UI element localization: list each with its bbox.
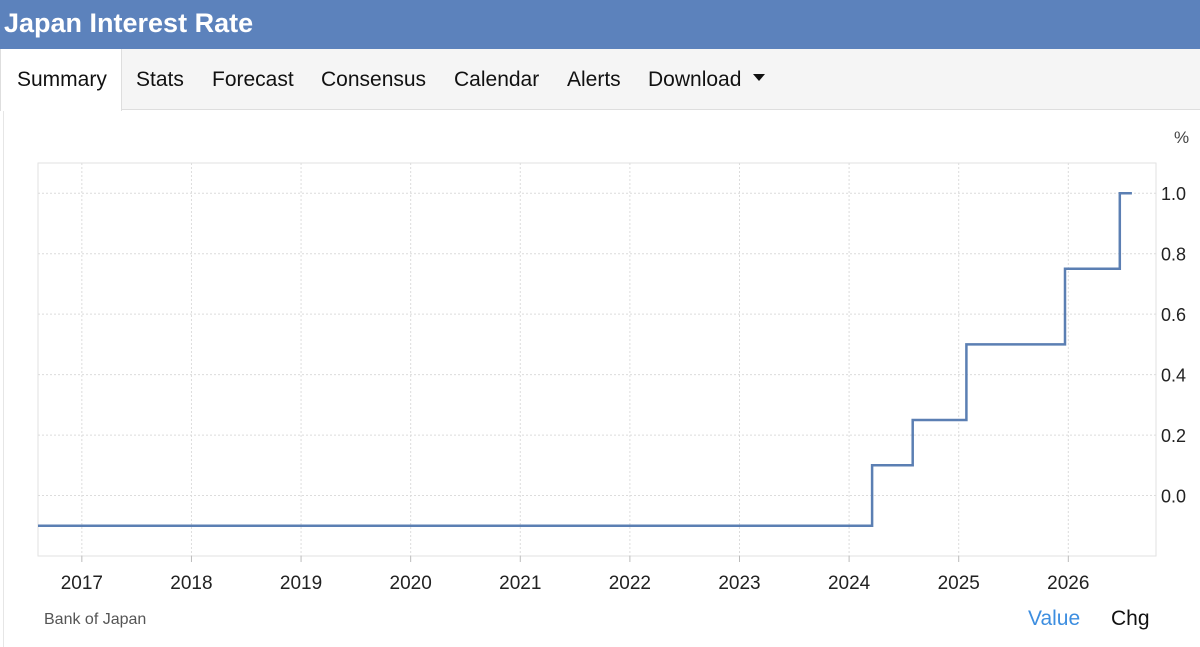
y-tick-label: 1.0 (1161, 184, 1186, 204)
x-tick-label: 2022 (609, 573, 651, 594)
tab-alerts[interactable]: Alerts (567, 49, 621, 110)
chg-toggle[interactable]: Chg (1111, 607, 1150, 631)
y-tick-label: 0.8 (1161, 245, 1186, 265)
y-tick-label: 0.2 (1161, 426, 1186, 446)
x-tick-label: 2020 (390, 573, 432, 594)
chevron-down-icon (753, 73, 766, 81)
y-tick-label: 0.0 (1161, 487, 1186, 507)
source-label: Bank of Japan (44, 611, 147, 628)
page-title: Japan Interest Rate (4, 8, 254, 38)
plot-frame (37, 162, 1157, 557)
x-tick-label: 2021 (499, 573, 541, 594)
y-tick-label: 0.4 (1161, 366, 1186, 386)
tab-stats[interactable]: Stats (136, 49, 184, 110)
x-tick-label: 2025 (938, 573, 980, 594)
x-tick-label: 2017 (61, 573, 103, 594)
chart-panel: 0.0 0.2 0.4 0.6 0.8 1.0% 2017 2018 2019 2020 2021 2… (3, 111, 1200, 647)
tab-download-label: Download (648, 68, 742, 91)
x-tick-label: 2023 (718, 573, 760, 594)
x-tick-label: 2026 (1047, 573, 1089, 594)
y-unit-label: % (1174, 128, 1189, 147)
tab-summary[interactable]: Summary (0, 49, 122, 111)
tab-consensus[interactable]: Consensus (321, 49, 426, 110)
tab-forecast[interactable]: Forecast (212, 49, 294, 110)
y-tick-label: 0.6 (1161, 305, 1186, 325)
value-toggle[interactable]: Value (1028, 607, 1080, 631)
title-bar: Japan Interest Rate (0, 0, 1200, 49)
tab-calendar[interactable]: Calendar (454, 49, 539, 110)
interest-rate-chart: 0.0 0.2 0.4 0.6 0.8 1.0% 2017 2018 2019 2020 2021 2… (37, 128, 1189, 594)
tab-bar: Summary Stats Forecast Consensus Calenda… (0, 49, 1200, 111)
x-tick-label: 2024 (828, 573, 871, 594)
series-line (38, 191, 1132, 528)
x-tick-label: 2018 (170, 573, 212, 594)
tab-download[interactable]: Download (648, 49, 766, 110)
x-tick-label: 2019 (280, 573, 322, 594)
